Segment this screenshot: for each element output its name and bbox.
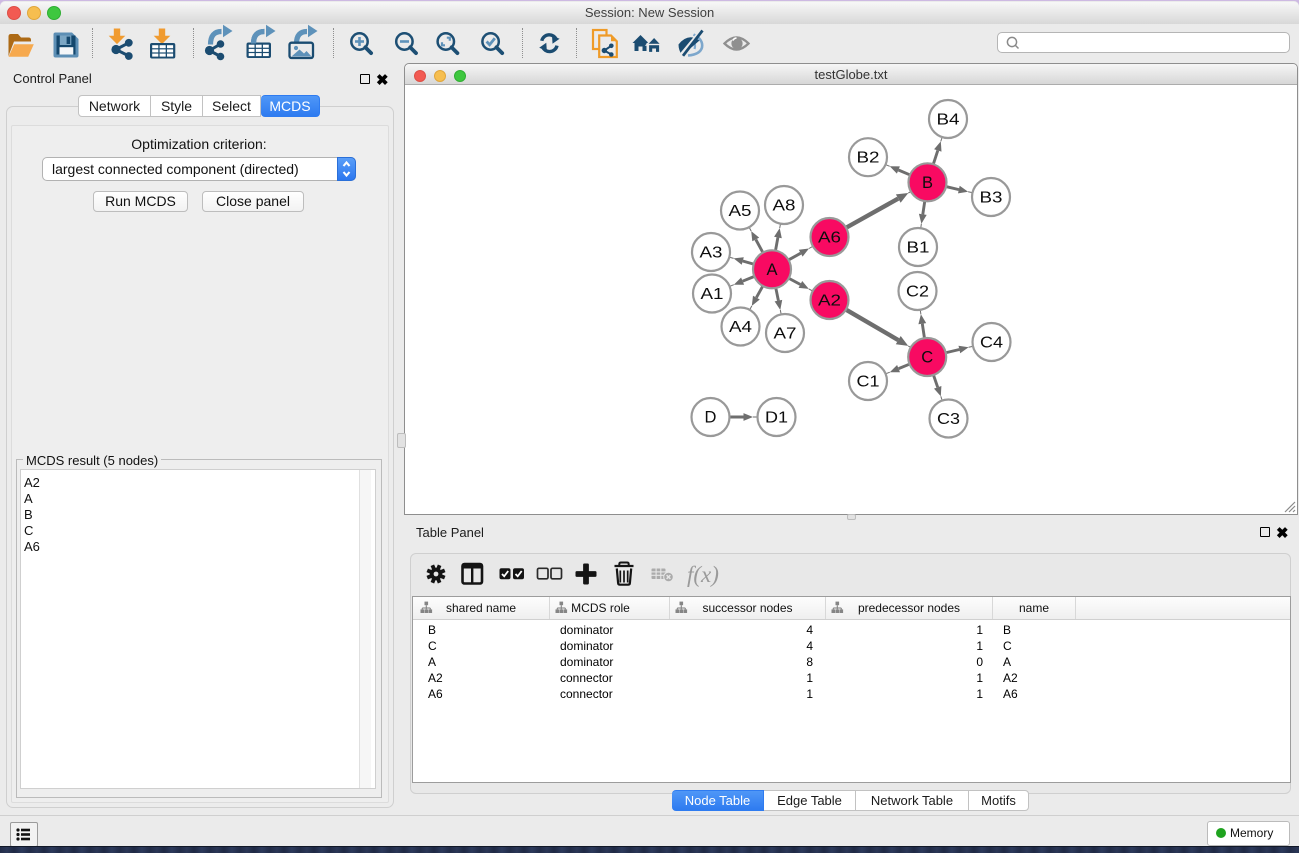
svg-text:A2: A2 — [818, 293, 841, 310]
svg-text:C: C — [921, 349, 933, 367]
svg-text:A8: A8 — [773, 198, 796, 215]
svg-text:C3: C3 — [937, 411, 960, 428]
svg-text:B: B — [922, 174, 933, 192]
svg-text:A6: A6 — [818, 230, 841, 247]
svg-text:A: A — [766, 261, 777, 279]
svg-text:D1: D1 — [765, 410, 788, 427]
svg-text:C2: C2 — [906, 284, 929, 301]
svg-text:B3: B3 — [980, 190, 1003, 207]
svg-text:C1: C1 — [857, 374, 880, 391]
svg-text:A1: A1 — [701, 286, 724, 303]
svg-text:A4: A4 — [729, 319, 752, 336]
svg-text:A7: A7 — [774, 326, 797, 343]
svg-text:B4: B4 — [937, 112, 960, 129]
svg-text:A5: A5 — [729, 203, 752, 220]
svg-text:B2: B2 — [857, 150, 880, 167]
svg-text:C4: C4 — [980, 335, 1003, 352]
svg-text:B1: B1 — [907, 240, 930, 257]
svg-text:A3: A3 — [700, 245, 723, 262]
svg-text:f(x): f(x) — [687, 562, 719, 587]
svg-text:D: D — [705, 409, 717, 427]
